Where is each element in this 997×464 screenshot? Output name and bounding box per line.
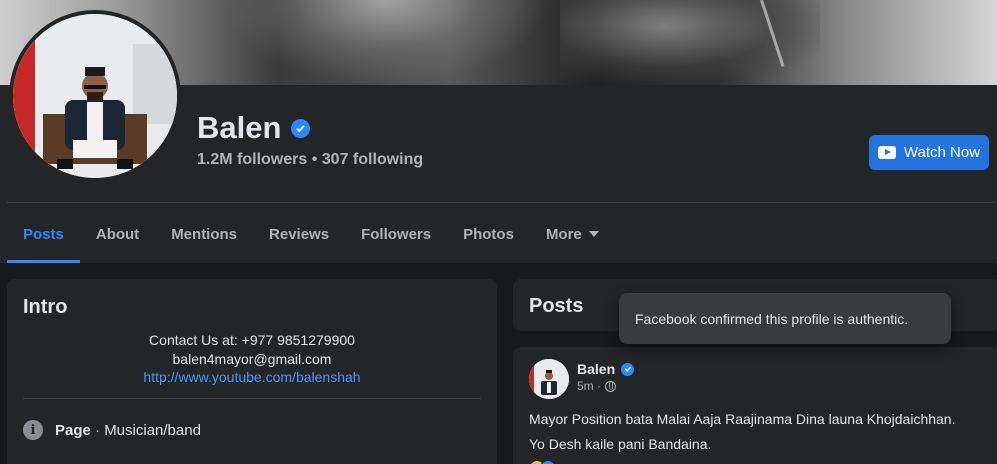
tab-label: Posts (23, 225, 64, 243)
intro-page-category: i Page · Musician/band (23, 420, 201, 440)
post-meta: 5m · (577, 379, 616, 393)
post-card: Balen 5m · Mayor Position bata Malai Aaj… (513, 347, 997, 464)
intro-bio: Contact Us at: +977 9851279900 balen4may… (7, 331, 497, 387)
facebook-profile-page: Balen 1.2M followers • 307 following Wat… (0, 0, 997, 464)
page-label: Page (55, 421, 91, 439)
tab-label: More (545, 225, 582, 243)
intro-email: balen4mayor@gmail.com (172, 350, 332, 367)
tab-label: Photos (463, 225, 514, 243)
post-line: Yo Desh kaile pani Bandaina. (529, 436, 712, 452)
watch-now-button[interactable]: Watch Now (869, 135, 989, 170)
profile-avatar[interactable] (9, 10, 181, 182)
header-divider (7, 202, 997, 203)
profile-stats: 1.2M followers • 307 following (197, 151, 423, 169)
post-author-name[interactable]: Balen (577, 361, 615, 377)
watch-now-label: Watch Now (903, 144, 981, 161)
followers-count[interactable]: 1.2M followers (197, 151, 307, 168)
intro-contact: Contact Us at: +977 9851279900 (149, 332, 355, 348)
info-icon: i (23, 420, 43, 440)
tab-label: Reviews (269, 225, 330, 243)
chevron-down-icon (588, 231, 599, 237)
cover-figure-shadow (560, 0, 820, 85)
intro-title: Intro (23, 296, 68, 318)
post-time[interactable]: 5m · (577, 379, 601, 393)
tab-label: Followers (361, 225, 432, 243)
profile-name-text: Balen (197, 110, 282, 145)
avatar-photo (13, 14, 177, 178)
profile-name: Balen (197, 110, 311, 146)
globe-icon[interactable] (605, 380, 616, 392)
tab-mentions[interactable]: Mentions (155, 205, 253, 263)
post-avatar-illustration (529, 359, 569, 399)
tab-followers[interactable]: Followers (345, 205, 447, 263)
tab-posts[interactable]: Posts (7, 205, 80, 263)
stats-separator: • (311, 151, 318, 168)
post-author-avatar[interactable] (529, 359, 569, 399)
cover-figure (220, 0, 550, 85)
post-body: Mayor Position bata Malai Aaja Raajinama… (529, 407, 955, 457)
reactions[interactable] (529, 460, 556, 464)
tab-photos[interactable]: Photos (447, 205, 530, 263)
like-reaction-icon (540, 460, 556, 464)
page-category[interactable]: · Musician/band (91, 422, 201, 439)
page-category-text: Page · Musician/band (55, 422, 201, 439)
post-line: Mayor Position bata Malai Aaja Raajinama… (529, 411, 956, 427)
profile-tabs: Posts About Mentions Reviews Followers P… (7, 205, 615, 263)
verified-icon[interactable] (291, 118, 311, 138)
following-count[interactable]: 307 following (322, 151, 423, 168)
tab-more[interactable]: More (530, 205, 615, 263)
posts-title: Posts (529, 295, 584, 317)
intro-divider (23, 398, 481, 399)
avatar-illustration (13, 14, 177, 178)
intro-youtube-link[interactable]: http://www.youtube.com/balenshah (143, 369, 360, 385)
youtube-icon (877, 146, 896, 159)
tab-reviews[interactable]: Reviews (253, 205, 345, 263)
tab-about[interactable]: About (80, 205, 155, 263)
intro-card: Intro Contact Us at: +977 9851279900 bal… (7, 279, 497, 464)
verified-tooltip: Facebook confirmed this profile is authe… (619, 293, 951, 344)
verified-icon[interactable] (621, 362, 635, 376)
tab-label: About (95, 225, 140, 243)
post-author[interactable]: Balen (577, 361, 635, 377)
tab-label: Mentions (171, 225, 238, 243)
